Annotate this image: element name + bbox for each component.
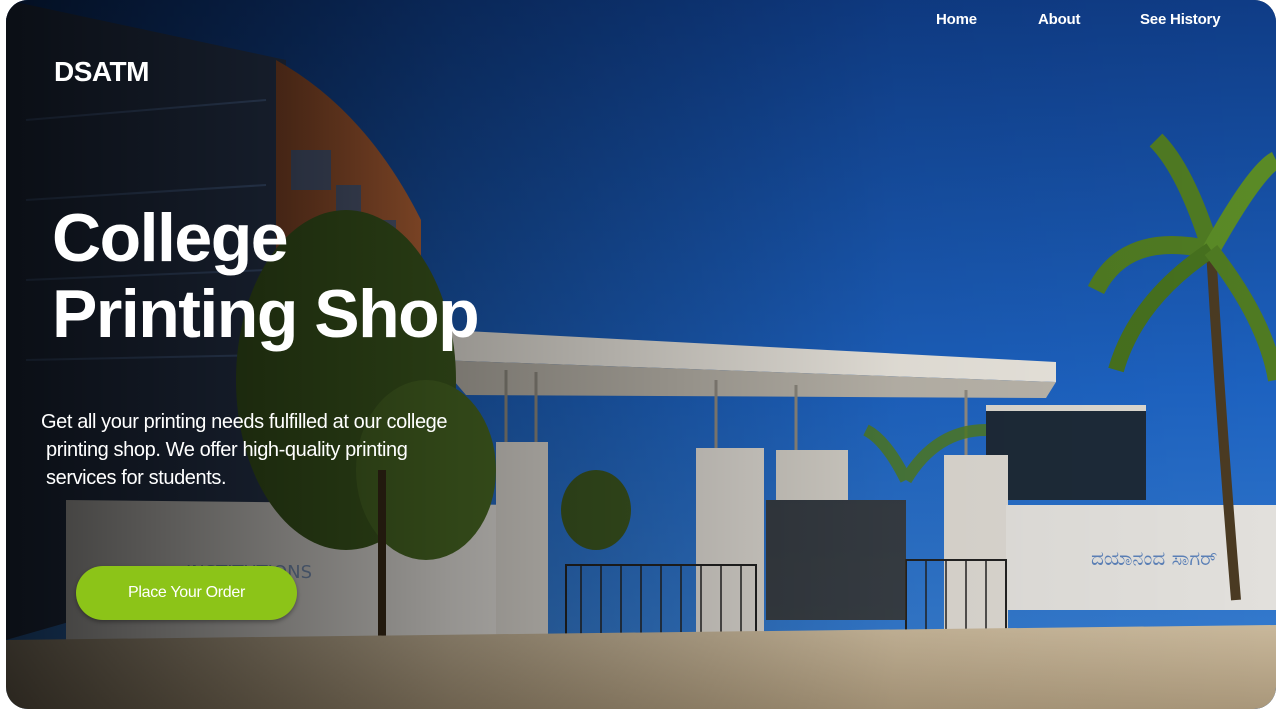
hero-description-line-3: services for students.: [46, 467, 227, 489]
hero-description-line-2: printing shop. We offer high-quality pri…: [46, 439, 408, 461]
hero-title: College Printing Shop: [52, 200, 572, 352]
hero-title-line-1: College: [52, 200, 289, 276]
nav-home-link[interactable]: Home: [936, 11, 977, 28]
hero-description-line-1: Get all your printing needs fulfilled at…: [41, 411, 448, 433]
nav-about-link[interactable]: About: [1038, 11, 1081, 28]
nav-see-history-link[interactable]: See History: [1140, 11, 1221, 28]
hero-section: ದಯಾನಂದ ಸಾಗರ್ INSTITUTIONS: [6, 0, 1276, 709]
brand-logo-text[interactable]: DSATM: [54, 56, 149, 88]
hero-description: Get all your printing needs fulfilled at…: [41, 408, 501, 492]
hero-title-line-2: Printing Shop: [52, 276, 480, 352]
place-order-button[interactable]: Place Your Order: [76, 566, 297, 620]
